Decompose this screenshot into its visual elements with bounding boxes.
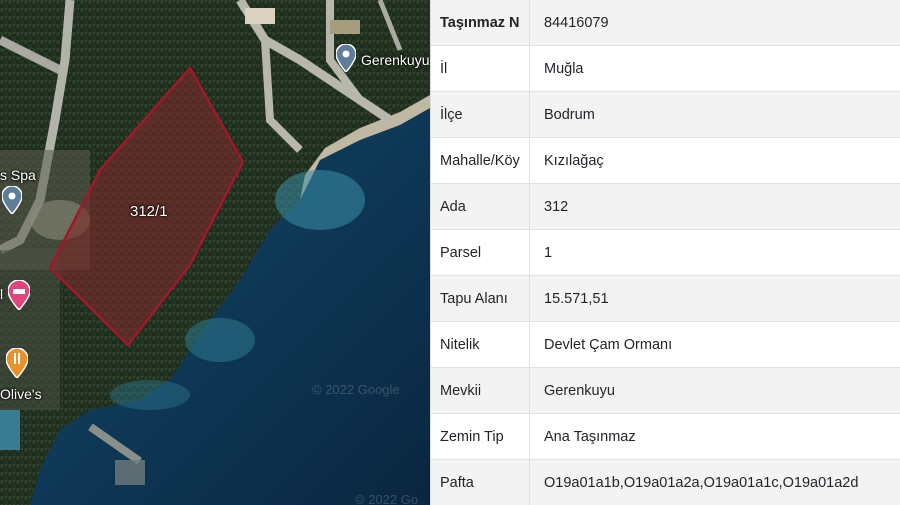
row-value: Bodrum [529,92,900,137]
table-row: Pafta O19a01a1b,O19a01a2a,O19a01a1c,O19a… [431,460,900,505]
row-key: Mevkii [440,383,482,399]
table-row: Mahalle/Köy Kızılağaç [431,138,900,184]
row-key: İlçe [440,107,463,123]
row-key: Pafta [440,475,474,491]
row-value: O19a01a1b,O19a01a2a,O19a01a1c,O19a01a2d [529,460,900,505]
row-value: 312 [529,184,900,229]
row-value: Muğla [529,46,900,91]
map-imagery [0,0,430,505]
row-value: Gerenkuyu [529,368,900,413]
table-row: Taşınmaz N 84416079 [431,0,900,46]
row-value: Devlet Çam Ormanı [529,322,900,367]
row-value: 84416079 [529,0,900,45]
row-value: Ana Taşınmaz [529,414,900,459]
row-key: Parsel [440,245,482,261]
place-label-gerenkuyu: Gerenkuyu [361,52,430,68]
place-label-olives: Olive's [0,386,42,402]
table-row: İlçe Bodrum [431,92,900,138]
row-key: Taşınmaz N [440,15,520,31]
row-key: Zemin Tip [440,429,504,445]
row-key: Mahalle/Köy [440,153,520,169]
table-row: Tapu Alanı 15.571,51 [431,276,900,322]
row-key: Ada [440,199,466,215]
parcel-number-label: 312/1 [130,203,168,220]
map-watermark-bottom: © 2022 Go [355,492,419,505]
table-row: Ada 312 [431,184,900,230]
place-label-spa: s Spa [0,167,36,183]
table-row: Nitelik Devlet Çam Ormanı [431,322,900,368]
satellite-map[interactable]: Gerenkuyu s Spa l Olive's 312/1 © 2022 G… [0,0,430,505]
table-row: Zemin Tip Ana Taşınmaz [431,414,900,460]
map-watermark: © 2022 Google [312,382,400,397]
row-value: 15.571,51 [529,276,900,321]
row-value: Kızılağaç [529,138,900,183]
table-row: İl Muğla [431,46,900,92]
table-row: Mevkii Gerenkuyu [431,368,900,414]
row-key: İl [440,61,448,77]
row-key: Tapu Alanı [440,291,508,307]
table-row: Parsel 1 [431,230,900,276]
row-value: 1 [529,230,900,275]
row-key: Nitelik [440,337,480,353]
place-label-hotel: l [0,286,4,302]
parcel-info-table: Taşınmaz N 84416079 İl Muğla İlçe Bodrum… [430,0,900,505]
